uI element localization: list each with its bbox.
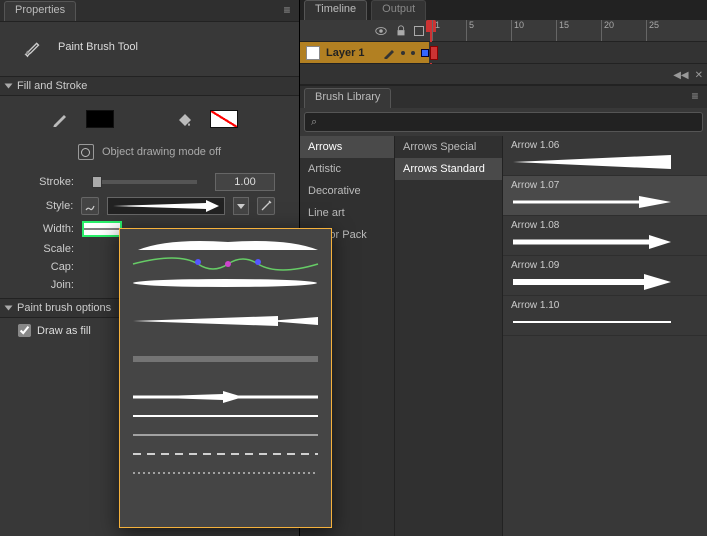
ruler-tick: 10 [511,20,524,41]
bucket-icon[interactable] [176,111,192,127]
style-label: Style: [24,200,73,212]
brush-subcategory-list: Arrows SpecialArrows Standard [395,136,503,536]
ruler-tick: 5 [466,20,474,41]
collapse-icon [5,84,13,89]
panel-menu-icon[interactable] [279,4,295,18]
brush-preview [511,311,699,333]
paint-brush-icon [22,36,44,58]
close-icon[interactable]: ✕ [695,70,703,81]
tool-name: Paint Brush Tool [58,41,138,53]
join-label: Join: [24,279,74,291]
ruler-tick: 20 [601,20,614,41]
lock-icon[interactable] [394,24,408,38]
brush-item[interactable]: Arrow 1.09 [503,256,707,296]
create-style-button[interactable] [257,197,275,215]
style-dropdown-button[interactable] [233,197,249,215]
fill-stroke-header[interactable]: Fill and Stroke [0,76,299,96]
collapse-double-icon[interactable]: ◀◀ [673,70,688,81]
style-dropdown[interactable] [107,197,225,215]
ruler-tick: 15 [556,20,569,41]
category-item[interactable]: Decorative [300,180,394,202]
properties-tab[interactable]: Properties [4,1,76,21]
ruler-tick: 25 [646,20,659,41]
category-item[interactable]: Arrows [300,136,394,158]
timeline-tab[interactable]: Timeline [304,0,367,20]
brush-preview [511,271,699,293]
scale-label: Scale: [24,243,74,255]
brush-preview [511,231,699,253]
brush-item[interactable]: Arrow 1.07 [503,176,707,216]
fill-color-swatch[interactable] [86,110,114,128]
layer-row[interactable]: Layer 1 [300,42,707,64]
brush-item-label: Arrow 1.06 [511,140,699,151]
keyframe[interactable] [430,46,438,60]
width-profile[interactable] [82,221,122,237]
brush-item[interactable]: Arrow 1.08 [503,216,707,256]
brush-item-label: Arrow 1.07 [511,180,699,191]
panel-menu-icon[interactable] [687,90,703,104]
category-item[interactable]: Artistic [300,158,394,180]
brush-item-label: Arrow 1.08 [511,220,699,231]
layer-name[interactable]: Layer 1 [326,47,365,59]
stroke-value-input[interactable] [215,173,275,191]
object-drawing-toggle[interactable] [78,144,94,160]
pencil-icon [383,47,395,59]
layer-icon [306,46,320,60]
search-icon: ⌕ [311,116,317,129]
timeline-ruler[interactable]: 1510152025 [300,20,707,42]
brush-library-panel: ◀◀ ✕ Brush Library ⌕ ArrowsArtisticDecor… [300,84,707,536]
pencil-icon[interactable] [52,111,68,127]
brush-style-popup[interactable] [119,228,332,528]
properties-tabbar: Properties [0,0,299,22]
brush-item[interactable]: Arrow 1.10 [503,296,707,336]
brush-item-label: Arrow 1.09 [511,260,699,271]
brush-search-input[interactable]: ⌕ [304,112,703,132]
outline-icon[interactable] [414,26,424,36]
brush-preview [511,151,699,173]
brush-item[interactable]: Arrow 1.06 [503,136,707,176]
brush-preview [511,191,699,213]
collapse-icon [5,306,13,311]
visibility-icon[interactable] [374,24,388,38]
width-label: Width: [24,223,74,235]
paint-brush-options-title: Paint brush options [17,302,111,314]
ruler-tick: 1 [432,20,440,41]
current-tool: Paint Brush Tool [0,22,299,76]
fill-stroke-title: Fill and Stroke [17,80,87,92]
brush-item-label: Arrow 1.10 [511,300,699,311]
cap-label: Cap: [24,261,74,273]
object-drawing-label: Object drawing mode off [102,146,221,158]
stroke-label: Stroke: [24,176,74,188]
brush-type-button[interactable] [81,197,99,215]
brush-list: Arrow 1.06 Arrow 1.07 Arrow 1.08 Arrow 1.09… [503,136,707,536]
timeline-tabbar: Timeline Output [300,0,707,20]
subcategory-item[interactable]: Arrows Special [395,136,502,158]
stroke-slider[interactable] [92,180,197,184]
brush-library-tab[interactable]: Brush Library [304,88,391,108]
stroke-color-swatch[interactable] [210,110,238,128]
subcategory-item[interactable]: Arrows Standard [395,158,502,180]
properties-panel: Properties Paint Brush Tool Fill and Str… [0,0,300,536]
output-tab[interactable]: Output [371,0,426,20]
category-item[interactable]: Line art [300,202,394,224]
draw-as-fill-label: Draw as fill [37,325,91,337]
